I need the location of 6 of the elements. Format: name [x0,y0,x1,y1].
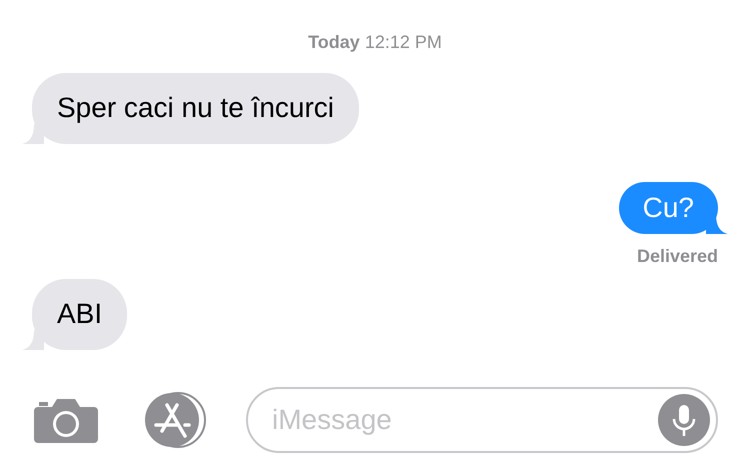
sent-message: Cu? [618,182,728,234]
received-message: ABI [22,279,128,350]
message-input[interactable]: iMessage [246,387,718,453]
received-message: Sper caci nu te încurci [22,73,360,144]
delivery-status: Delivered [636,246,718,267]
timestamp: Today 12:12 PM [308,32,442,53]
